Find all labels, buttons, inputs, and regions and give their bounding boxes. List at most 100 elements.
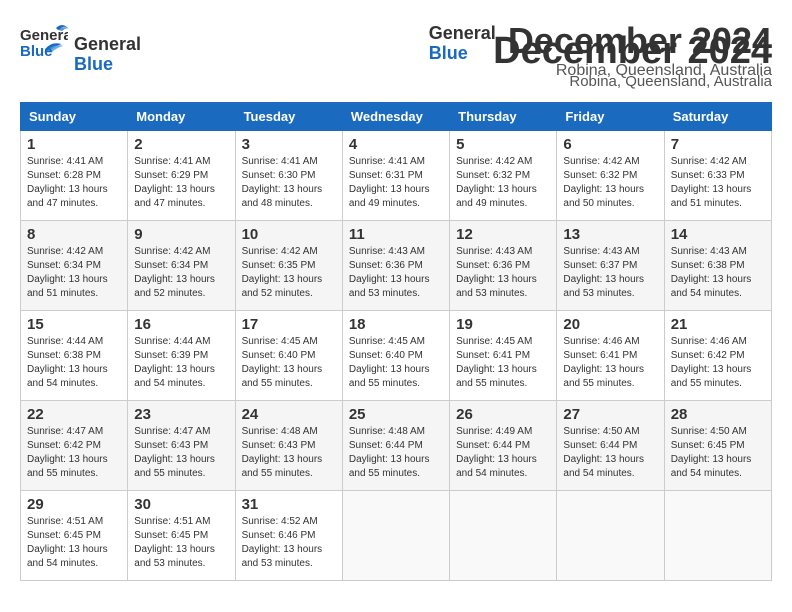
day-cell: 10 Sunrise: 4:42 AM Sunset: 6:35 PM Dayli… (235, 221, 342, 311)
day-cell: 21 Sunrise: 4:46 AM Sunset: 6:42 PM Dayli… (664, 311, 771, 401)
day-cell: 22 Sunrise: 4:47 AM Sunset: 6:42 PM Dayli… (21, 401, 128, 491)
page-title: December 2024 (493, 30, 772, 73)
day-cell: 20Sunrise: 4:46 AM Sunset: 6:41 PM Dayli… (557, 311, 664, 401)
day-number: 3 (242, 136, 336, 153)
calendar-table: Sunday Monday Tuesday Wednesday Thursday… (20, 102, 772, 581)
day-cell: 3 Sunrise: 4:41 AM Sunset: 6:30 PM Daylig… (235, 131, 342, 221)
day-info: Sunrise: 4:50 AM Sunset: 6:44 PM Dayligh… (563, 425, 657, 481)
day-number: 21 (671, 316, 765, 333)
day-cell: 27Sunrise: 4:50 AM Sunset: 6:44 PM Dayli… (557, 401, 664, 491)
day-number: 19 (456, 316, 550, 333)
day-cell: 7 Sunrise: 4:42 AM Sunset: 6:33 PM Daylig… (664, 131, 771, 221)
day-info: Sunrise: 4:42 AM Sunset: 6:33 PM Dayligh… (671, 155, 765, 211)
day-number: 8 (27, 226, 121, 243)
week-row-5: 29 Sunrise: 4:51 AM Sunset: 6:45 PM Dayli… (21, 491, 772, 581)
day-cell: 1Sunrise: 4:41 AM Sunset: 6:28 PM Daylig… (21, 131, 128, 221)
day-number: 18 (349, 316, 443, 333)
day-cell: 4 Sunrise: 4:41 AM Sunset: 6:31 PM Daylig… (342, 131, 449, 221)
day-cell: 15 Sunrise: 4:44 AM Sunset: 6:38 PM Dayli… (21, 311, 128, 401)
day-cell: 29 Sunrise: 4:51 AM Sunset: 6:45 PM Dayli… (21, 491, 128, 581)
week-row-2: 8 Sunrise: 4:42 AM Sunset: 6:34 PM Daylig… (21, 221, 772, 311)
day-info: Sunrise: 4:41 AM Sunset: 6:31 PM Dayligh… (349, 155, 443, 211)
day-number: 15 (27, 316, 121, 333)
day-info: Sunrise: 4:42 AM Sunset: 6:34 PM Dayligh… (27, 245, 121, 301)
day-cell: 8 Sunrise: 4:42 AM Sunset: 6:34 PM Daylig… (21, 221, 128, 311)
day-number: 5 (456, 136, 550, 153)
day-cell: 13 Sunrise: 4:43 AM Sunset: 6:37 PM Dayli… (557, 221, 664, 311)
day-cell: 9Sunrise: 4:42 AM Sunset: 6:34 PM Daylig… (128, 221, 235, 311)
day-number: 22 (27, 406, 121, 423)
day-info: Sunrise: 4:41 AM Sunset: 6:29 PM Dayligh… (134, 155, 228, 211)
logo-general: General (74, 35, 141, 55)
day-number: 26 (456, 406, 550, 423)
day-number: 28 (671, 406, 765, 423)
day-info: Sunrise: 4:44 AM Sunset: 6:38 PM Dayligh… (27, 335, 121, 391)
week-row-1: 1Sunrise: 4:41 AM Sunset: 6:28 PM Daylig… (21, 131, 772, 221)
day-info: Sunrise: 4:43 AM Sunset: 6:36 PM Dayligh… (349, 245, 443, 301)
day-info: Sunrise: 4:52 AM Sunset: 6:46 PM Dayligh… (242, 515, 336, 571)
day-cell: 31 Sunrise: 4:52 AM Sunset: 6:46 PM Dayli… (235, 491, 342, 581)
day-number: 6 (563, 136, 657, 153)
col-wednesday: Wednesday (342, 103, 449, 131)
week-row-3: 15 Sunrise: 4:44 AM Sunset: 6:38 PM Dayli… (21, 311, 772, 401)
logo-blue-text: Blue (429, 44, 496, 64)
day-info: Sunrise: 4:51 AM Sunset: 6:45 PM Dayligh… (27, 515, 121, 571)
col-tuesday: Tuesday (235, 103, 342, 131)
day-info: Sunrise: 4:45 AM Sunset: 6:41 PM Dayligh… (456, 335, 550, 391)
day-number: 24 (242, 406, 336, 423)
page-title-area: December 2024 Robina, Queensland, Austra… (493, 30, 772, 90)
day-info: Sunrise: 4:42 AM Sunset: 6:32 PM Dayligh… (456, 155, 550, 211)
day-number: 13 (563, 226, 657, 243)
day-cell (664, 491, 771, 581)
day-number: 16 (134, 316, 228, 333)
day-number: 1 (27, 136, 121, 153)
day-cell: 14 Sunrise: 4:43 AM Sunset: 6:38 PM Dayli… (664, 221, 771, 311)
day-info: Sunrise: 4:51 AM Sunset: 6:45 PM Dayligh… (134, 515, 228, 571)
day-info: Sunrise: 4:44 AM Sunset: 6:39 PM Dayligh… (134, 335, 228, 391)
day-number: 14 (671, 226, 765, 243)
day-cell: 23 Sunrise: 4:47 AM Sunset: 6:43 PM Dayli… (128, 401, 235, 491)
day-cell (557, 491, 664, 581)
day-number: 29 (27, 496, 121, 513)
logo-general-text: General (429, 24, 496, 44)
day-number: 30 (134, 496, 228, 513)
day-info: Sunrise: 4:43 AM Sunset: 6:37 PM Dayligh… (563, 245, 657, 301)
day-cell: 28Sunrise: 4:50 AM Sunset: 6:45 PM Dayli… (664, 401, 771, 491)
logo-text-area: General Blue (74, 35, 141, 75)
day-cell: 2Sunrise: 4:41 AM Sunset: 6:29 PM Daylig… (128, 131, 235, 221)
day-cell: 25Sunrise: 4:48 AM Sunset: 6:44 PM Dayli… (342, 401, 449, 491)
day-info: Sunrise: 4:47 AM Sunset: 6:43 PM Dayligh… (134, 425, 228, 481)
page-subtitle: Robina, Queensland, Australia (493, 73, 772, 90)
col-thursday: Thursday (450, 103, 557, 131)
day-info: Sunrise: 4:43 AM Sunset: 6:38 PM Dayligh… (671, 245, 765, 301)
day-info: Sunrise: 4:49 AM Sunset: 6:44 PM Dayligh… (456, 425, 550, 481)
logo: General Blue (20, 20, 74, 73)
day-cell: 12Sunrise: 4:43 AM Sunset: 6:36 PM Dayli… (450, 221, 557, 311)
day-info: Sunrise: 4:42 AM Sunset: 6:35 PM Dayligh… (242, 245, 336, 301)
day-number: 25 (349, 406, 443, 423)
day-cell: 26 Sunrise: 4:49 AM Sunset: 6:44 PM Dayli… (450, 401, 557, 491)
day-number: 4 (349, 136, 443, 153)
day-info: Sunrise: 4:42 AM Sunset: 6:32 PM Dayligh… (563, 155, 657, 211)
day-info: Sunrise: 4:46 AM Sunset: 6:42 PM Dayligh… (671, 335, 765, 391)
day-cell: 19 Sunrise: 4:45 AM Sunset: 6:41 PM Dayli… (450, 311, 557, 401)
day-number: 23 (134, 406, 228, 423)
day-number: 10 (242, 226, 336, 243)
day-number: 7 (671, 136, 765, 153)
logo-blue: Blue (74, 55, 141, 75)
day-info: Sunrise: 4:41 AM Sunset: 6:30 PM Dayligh… (242, 155, 336, 211)
day-info: Sunrise: 4:42 AM Sunset: 6:34 PM Dayligh… (134, 245, 228, 301)
day-number: 31 (242, 496, 336, 513)
day-cell: 17Sunrise: 4:45 AM Sunset: 6:40 PM Dayli… (235, 311, 342, 401)
col-friday: Friday (557, 103, 664, 131)
day-info: Sunrise: 4:47 AM Sunset: 6:42 PM Dayligh… (27, 425, 121, 481)
day-cell (342, 491, 449, 581)
day-cell: 18Sunrise: 4:45 AM Sunset: 6:40 PM Dayli… (342, 311, 449, 401)
calendar-header-row: Sunday Monday Tuesday Wednesday Thursday… (21, 103, 772, 131)
week-row-4: 22 Sunrise: 4:47 AM Sunset: 6:42 PM Dayli… (21, 401, 772, 491)
day-cell (450, 491, 557, 581)
day-info: Sunrise: 4:43 AM Sunset: 6:36 PM Dayligh… (456, 245, 550, 301)
day-cell: 5 Sunrise: 4:42 AM Sunset: 6:32 PM Daylig… (450, 131, 557, 221)
day-info: Sunrise: 4:45 AM Sunset: 6:40 PM Dayligh… (242, 335, 336, 391)
day-cell: 6 Sunrise: 4:42 AM Sunset: 6:32 PM Daylig… (557, 131, 664, 221)
